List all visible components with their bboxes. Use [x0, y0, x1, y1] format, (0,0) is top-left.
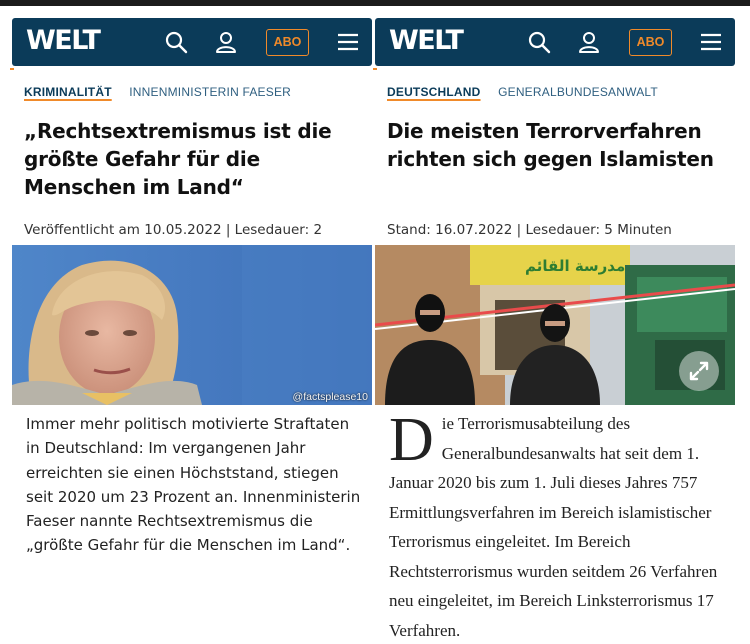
article-lede: Immer mehr politisch motivierte Straftat… — [26, 415, 361, 555]
photo-credit: @factsplease10 — [292, 391, 368, 403]
drop-cap: D — [389, 406, 434, 474]
article-body-text: ie Terrorismusabteilung des Generalbunde… — [389, 414, 718, 640]
search-icon[interactable] — [164, 30, 188, 54]
site-header: WELT ABO — [375, 18, 735, 66]
user-icon[interactable] — [214, 30, 238, 54]
article-headline: „Rechtsextremismus ist die größte Gefahr… — [24, 119, 332, 199]
faeser-photo — [12, 245, 372, 405]
article-photo[interactable]: @factsplease10 — [12, 245, 372, 405]
article-tags: KRIMINALITÄT INNENMINISTERIN FAESER — [24, 85, 291, 99]
welt-logo[interactable]: WELT — [26, 26, 101, 56]
abo-button[interactable]: ABO — [266, 29, 309, 56]
menu-icon[interactable] — [336, 30, 360, 54]
building-sign: مدرسة القائم — [525, 257, 625, 275]
accent-mark — [373, 68, 377, 70]
expand-icon — [689, 361, 709, 381]
tag-innenministerin-faeser[interactable]: INNENMINISTERIN FAESER — [129, 85, 291, 99]
article-tags: DEUTSCHLAND GENERALBUNDESANWALT — [387, 85, 658, 99]
article-headline: Die meisten Terrorverfahren richten sich… — [387, 119, 714, 171]
accent-mark — [10, 68, 14, 70]
search-icon[interactable] — [527, 30, 551, 54]
user-icon[interactable] — [577, 30, 601, 54]
expand-button[interactable] — [679, 351, 719, 391]
tag-kriminalitaet[interactable]: KRIMINALITÄT — [24, 85, 112, 99]
tag-generalbundesanwalt[interactable]: GENERALBUNDESANWALT — [498, 85, 658, 99]
abo-button[interactable]: ABO — [629, 29, 672, 56]
article-left: WELT ABO KRIMINALITÄT INNENMINISTERIN FA… — [10, 14, 374, 644]
welt-logo[interactable]: WELT — [389, 26, 464, 56]
status-bar-strip — [0, 0, 750, 6]
site-header: WELT ABO — [12, 18, 372, 66]
article-meta: Stand: 16.07.2022 | Lesedauer: 5 Minuten — [387, 222, 672, 238]
article-photo[interactable]: مدرسة القائم — [375, 245, 735, 405]
article-meta: Veröffentlicht am 10.05.2022 | Lesedauer… — [24, 222, 323, 238]
menu-icon[interactable] — [699, 30, 723, 54]
tag-deutschland[interactable]: DEUTSCHLAND — [387, 85, 481, 99]
article-right: WELT ABO DEUTSCHLAND GENERALBUNDESANWALT… — [373, 14, 737, 644]
article-body: Die Terrorismusabteilung des Generalbund… — [389, 409, 734, 644]
